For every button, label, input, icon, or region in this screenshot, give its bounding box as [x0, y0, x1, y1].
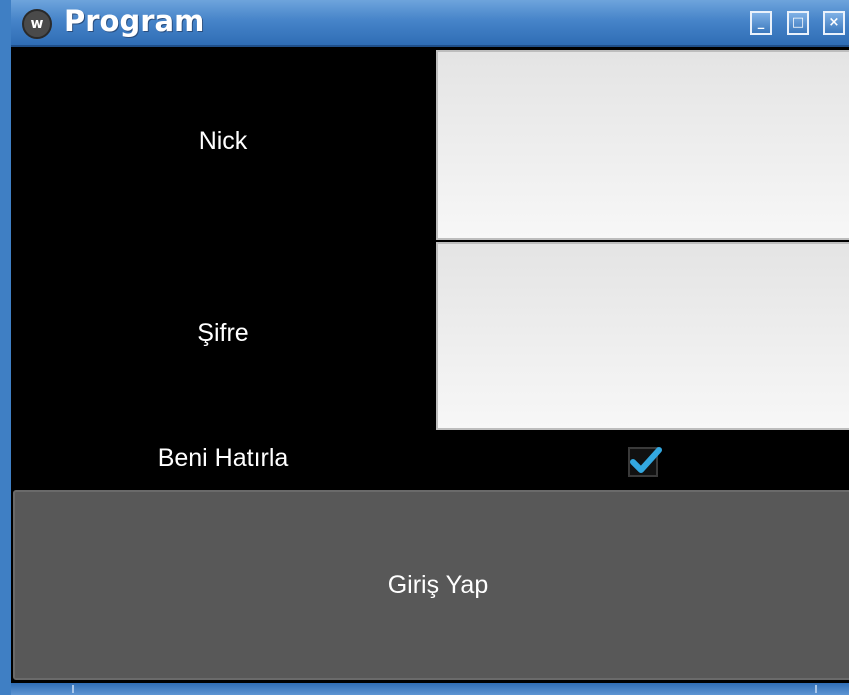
- resize-grip-right[interactable]: [815, 685, 817, 693]
- password-label: Şifre: [197, 319, 249, 347]
- login-button[interactable]: Giriş Yap: [13, 490, 849, 680]
- app-logo-icon: w: [22, 9, 52, 39]
- minimize-button[interactable]: _: [750, 11, 772, 35]
- login-form: Nick Şifre Beni Hatırla Giriş Yap: [11, 47, 849, 695]
- resize-grip-left[interactable]: [72, 685, 74, 693]
- password-input[interactable]: [436, 242, 849, 430]
- nick-input[interactable]: [436, 50, 849, 240]
- window-title: Program: [64, 4, 205, 38]
- checkmark-icon: [630, 447, 662, 473]
- close-button[interactable]: ×: [823, 11, 845, 35]
- program-window: w Program _ □ × Nick Şifre Beni Hatırla …: [0, 0, 849, 695]
- window-titlebar[interactable]: w Program _ □ ×: [11, 0, 849, 47]
- nick-label: Nick: [198, 127, 248, 155]
- remember-me-checkbox[interactable]: [628, 447, 662, 477]
- maximize-button[interactable]: □: [787, 11, 809, 35]
- remember-me-label: Beni Hatırla: [157, 444, 289, 472]
- window-bottom-border: [11, 683, 849, 695]
